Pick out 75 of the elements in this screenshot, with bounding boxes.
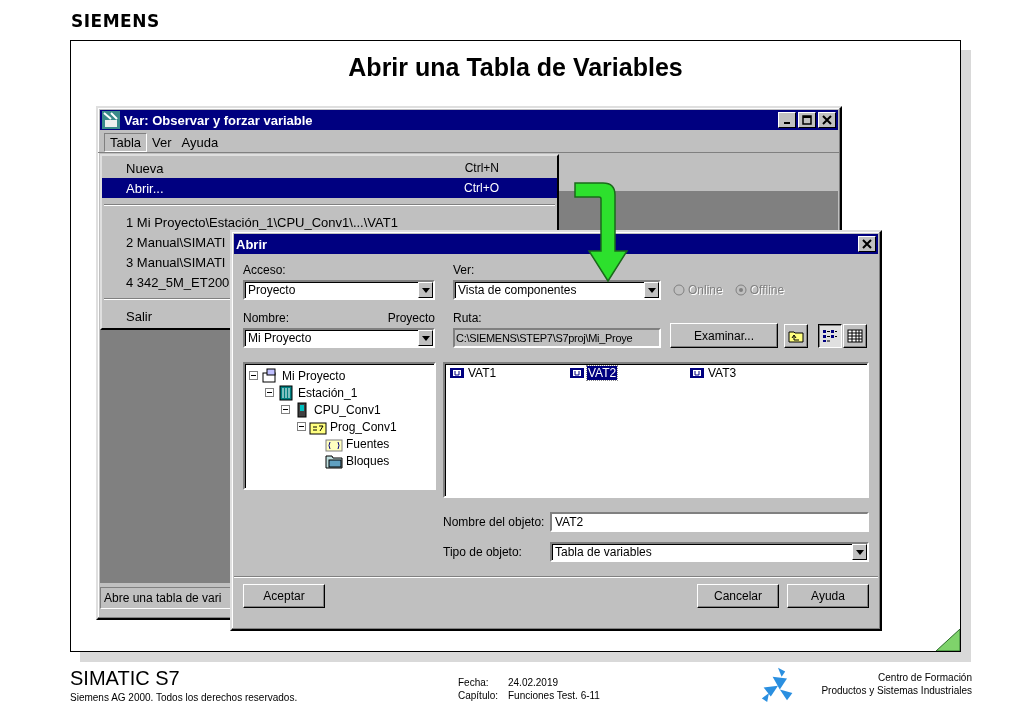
- window-title: Var: Observar y forzar variable: [124, 112, 314, 128]
- maximize-button[interactable]: [798, 112, 816, 128]
- object-type-dropdown[interactable]: Tabla de variables: [550, 542, 869, 562]
- minimize-icon: [784, 122, 790, 124]
- field-label: Nombre:: [243, 310, 289, 326]
- station-icon: [277, 384, 295, 401]
- details-view-button[interactable]: [818, 324, 842, 348]
- variable-table-icon: [449, 367, 465, 379]
- field-label: Ver:: [453, 262, 476, 278]
- close-icon: [862, 239, 872, 249]
- view-dropdown[interactable]: Vista de componentes: [453, 280, 661, 300]
- maximize-icon: [802, 115, 812, 125]
- dialog-button[interactable]: Aceptar: [243, 584, 325, 608]
- folder-up-icon: [788, 329, 804, 343]
- variable-table-icon: [689, 367, 705, 379]
- status-text: Abre una tabla de vari: [104, 591, 222, 605]
- minimize-button[interactable]: [778, 112, 796, 128]
- collapse-icon[interactable]: [297, 422, 306, 431]
- slide-title: Abrir una Tabla de Variables: [347, 53, 684, 82]
- caret-icon: [421, 287, 430, 293]
- close-button[interactable]: [818, 112, 836, 128]
- page-corner-icon: [936, 629, 960, 651]
- menu-entry[interactable]: Abrir... Ctrl+O: [102, 178, 557, 198]
- date-label: Fecha:: [458, 676, 490, 689]
- organization-text: Productos y Sistemas Industriales: [821, 684, 972, 697]
- tree-item[interactable]: Estación_1: [298, 385, 358, 400]
- copyright-text: Siemens AG 2000. Todos los derechos reservados.: [70, 691, 299, 704]
- tree-item[interactable]: Bloques: [346, 453, 390, 468]
- tree-item[interactable]: Prog_Conv1: [330, 419, 397, 434]
- tree-item[interactable]: Fuentes: [346, 436, 390, 451]
- brand-logo: SIEMENS: [71, 11, 160, 31]
- caret-icon: [855, 549, 864, 555]
- collapse-icon[interactable]: [265, 388, 274, 397]
- caret-icon: [647, 287, 656, 293]
- tree-item[interactable]: Mi Proyecto: [282, 368, 346, 383]
- chapter-label: Capítulo:: [458, 689, 500, 702]
- file-item[interactable]: VAT1: [467, 366, 498, 380]
- object-name-field[interactable]: VAT2: [550, 512, 869, 532]
- organization-text: Centro de Formación: [878, 671, 972, 684]
- app-icon: [102, 111, 120, 129]
- menu-item[interactable]: Ayuda: [176, 133, 224, 151]
- variable-table-icon: [569, 367, 585, 379]
- collapse-icon[interactable]: [249, 371, 258, 380]
- product-name: SIMATIC S7: [70, 667, 181, 689]
- menu-item[interactable]: Ver: [147, 133, 177, 151]
- field-label: Ruta:: [453, 310, 483, 326]
- date-value: 24.02.2019: [508, 676, 560, 689]
- dialog-button[interactable]: Ayuda: [787, 584, 869, 608]
- access-dropdown[interactable]: Proyecto: [243, 280, 435, 300]
- chapter-value: Funciones Test. 6-11: [508, 689, 601, 702]
- field-caption: Proyecto: [387, 310, 435, 326]
- dialog-button[interactable]: Cancelar: [697, 584, 779, 608]
- list-view-button[interactable]: [843, 324, 867, 348]
- folder-icon: [325, 452, 343, 469]
- menu-entry[interactable]: 1 Mi Proyecto\Estación_1\CPU_Conv1\...\VAT1: [102, 212, 557, 232]
- grid-view-icon: [847, 329, 863, 343]
- close-button[interactable]: [858, 236, 876, 252]
- field-label: Nombre del objeto:: [443, 514, 546, 530]
- caret-icon: [421, 335, 430, 341]
- browse-button[interactable]: Examinar...: [670, 323, 778, 348]
- field-label: Acceso:: [243, 262, 287, 278]
- collapse-icon[interactable]: [281, 405, 290, 414]
- details-view-icon: [822, 329, 838, 343]
- menu-entry[interactable]: Nueva Ctrl+N: [102, 158, 557, 178]
- dialog-title: Abrir: [236, 236, 269, 252]
- name-dropdown[interactable]: Mi Proyecto: [243, 328, 435, 348]
- close-icon: [822, 115, 832, 125]
- path-field[interactable]: C:\SIEMENS\STEP7\S7proj\Mi_Proye: [453, 328, 661, 348]
- file-item[interactable]: VAT2: [587, 366, 618, 380]
- tree-item[interactable]: CPU_Conv1: [314, 402, 381, 417]
- folder-up-button[interactable]: [784, 324, 808, 348]
- project-icon: [261, 367, 279, 384]
- file-item[interactable]: VAT3: [707, 366, 738, 380]
- menu-item[interactable]: Tabla: [104, 132, 148, 152]
- field-label: Tipo de objeto:: [443, 544, 523, 560]
